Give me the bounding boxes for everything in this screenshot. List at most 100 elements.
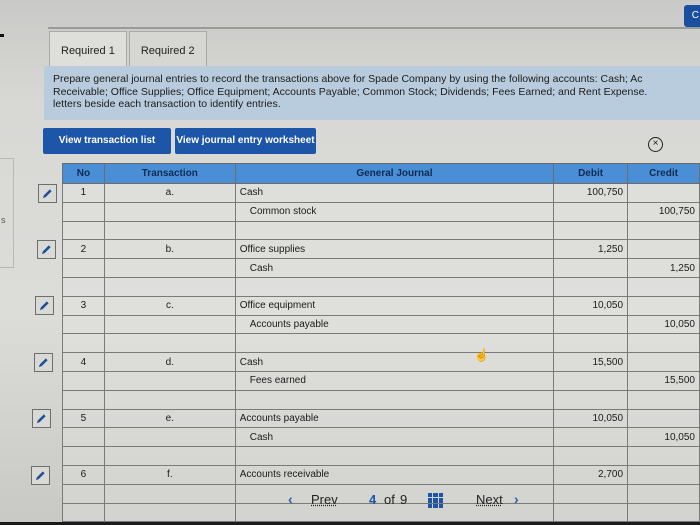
instructions-line-3: letters beside each transaction to ident… [53,98,281,110]
tab-required-2[interactable]: Required 2 [128,31,207,66]
cell-transaction: a. [103,183,236,203]
cell-account: Cash [234,258,555,278]
cell-no [62,370,105,391]
cell-transaction [103,483,236,504]
cell-account [234,220,555,241]
header-transaction: Transaction [103,163,236,184]
left-edge-mark [0,34,4,37]
cell-no [62,446,105,466]
table-row: 2 b. Office supplies 1,250 [62,239,700,260]
header-no: No [62,163,105,184]
cell-credit [627,464,700,485]
cell-transaction [103,370,236,391]
table-row: 5 e. Accounts payable 10,050 [62,408,700,429]
cell-credit [627,352,700,372]
hand-pointer-cursor-icon: ☝ [474,348,489,362]
cell-account: Accounts payable [234,314,555,335]
header-credit: Credit [627,163,700,184]
cell-no [62,201,105,222]
cell-transaction: f. [103,464,236,485]
cell-account: Cash [234,183,555,203]
cell-debit [553,220,629,241]
cell-transaction [103,276,236,297]
cell-account: Cash [234,427,555,448]
table-row: Cash 1,250 [62,258,700,278]
cell-credit [627,333,700,354]
cell-no [62,389,105,410]
cell-credit [627,389,700,410]
cell-no [62,220,105,241]
cell-transaction [103,201,236,222]
cell-no [62,276,105,297]
cell-no [62,258,105,278]
cell-transaction: d. [103,352,236,372]
table-row: 3 c. Office equipment 10,050 [62,295,700,316]
instructions-line-2: Receivable; Office Supplies; Office Equi… [53,85,648,98]
total-pages: 9 [400,492,408,507]
cell-debit: 2,700 [553,464,629,485]
edit-pencil-icon[interactable] [33,352,53,372]
cell-debit [553,201,629,222]
cell-debit: 1,250 [553,239,629,260]
close-circle-icon[interactable]: × [648,137,663,152]
edit-pencil-icon[interactable] [38,183,57,203]
edit-pencil-icon[interactable] [35,296,54,316]
cell-account: Accounts payable [234,408,555,429]
cell-debit: 10,050 [553,408,629,429]
edit-pencil-icon[interactable] [30,465,50,485]
pagination: ‹ Prev 4 of 9 Next › [285,490,545,510]
cell-credit: 10,050 [627,427,700,448]
cell-credit [627,276,700,297]
general-journal-table: No Transaction General Journal Debit Cre… [62,163,700,523]
cell-debit [553,370,629,391]
header-debit: Debit [553,163,629,184]
cell-debit: 100,750 [553,183,629,203]
table-row: Common stock 100,750 [62,201,700,222]
header-general-journal: General Journal [234,163,555,184]
cell-no: 2 [62,239,105,260]
table-spacer-row [62,446,700,466]
requirement-tabs: Required 1 Required 2 [49,31,209,67]
table-row: 4 d. Cash 15,500 [62,352,700,372]
cell-credit: 15,500 [627,370,700,391]
next-link[interactable]: Next [476,492,503,507]
prev-link[interactable]: Prev [311,492,338,507]
cell-no: 6 [62,464,105,485]
view-transaction-list-button[interactable]: View transaction list [43,128,171,154]
cell-credit [627,220,700,241]
cell-debit [553,446,629,466]
edit-pencil-icon[interactable] [36,239,56,259]
left-side-panel [0,158,14,268]
grid-menu-icon[interactable] [428,493,443,508]
cell-transaction [103,446,236,466]
tab-required-1[interactable]: Required 1 [49,31,127,67]
view-journal-worksheet-button[interactable]: View journal entry worksheet [175,128,316,154]
cell-debit [553,333,629,354]
cell-debit [553,389,629,410]
corner-button[interactable]: C [684,5,700,27]
cell-transaction: b. [103,239,236,260]
chevron-right-icon[interactable]: › [514,491,519,507]
cell-account: Accounts receivable [234,464,555,485]
cell-credit [627,483,700,504]
cell-account: Office supplies [234,239,555,260]
cell-no: 1 [62,183,105,203]
cell-debit: 15,500 [553,352,629,372]
cell-transaction [103,314,236,335]
page-of-label: of [384,492,395,507]
cell-transaction [103,333,236,354]
left-panel-text: s [1,215,6,225]
cell-credit: 10,050 [627,314,700,335]
cell-debit: 10,050 [553,295,629,316]
table-row: Cash 10,050 [62,427,700,448]
chevron-left-icon[interactable]: ‹ [288,491,293,507]
cell-no [62,483,105,504]
table-spacer-row [62,276,700,297]
cell-transaction: e. [103,408,236,429]
cell-no [62,314,105,335]
cell-transaction [103,502,236,523]
edit-pencil-icon[interactable] [32,409,51,429]
cell-transaction [103,220,236,241]
table-spacer-row [62,333,700,354]
cell-transaction: c. [103,295,236,316]
